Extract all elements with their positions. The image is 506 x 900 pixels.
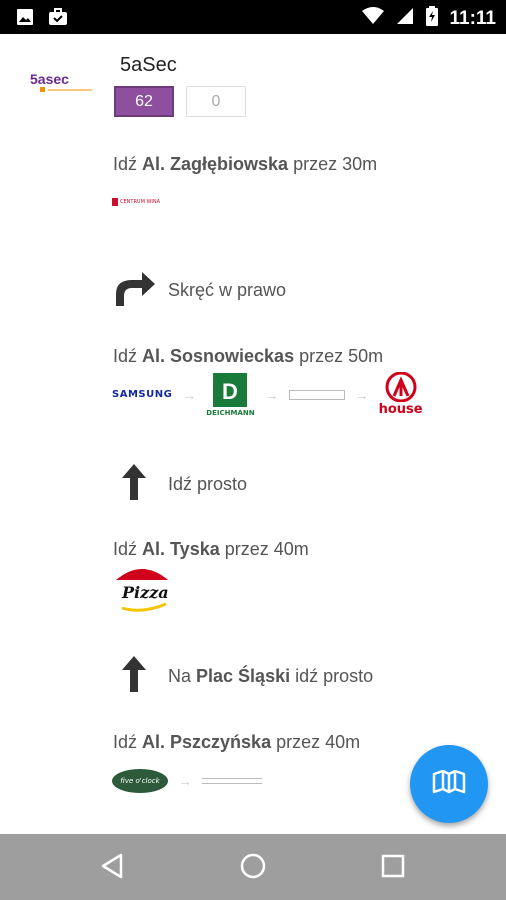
svg-text:5asec: 5asec	[30, 71, 69, 87]
samsung-logo: SAMSUNG	[112, 389, 173, 400]
centrum-wina-logo: CENTRUM WINA	[112, 198, 160, 206]
svg-text:Pizza Hut: Pizza Hut	[121, 583, 172, 602]
straight-arrow-icon	[112, 654, 156, 699]
landmark-logos: SAMSUNG → D DEICHMANN → → house	[112, 372, 423, 417]
small-store-logo	[288, 389, 345, 400]
directions-list[interactable]: 5asec 5aSec 62 0 Idź Al. Zagłębiowska pr…	[0, 34, 506, 834]
home-icon	[239, 852, 267, 885]
status-bar: 11:11	[0, 0, 506, 34]
step-distance: przez 50m	[294, 346, 384, 366]
arrow-separator-icon: →	[182, 386, 197, 403]
turn-right-step: Skręć w prawo	[112, 268, 286, 313]
store-name: 5aSec	[120, 54, 177, 76]
landmark-logos: CENTRUM WINA	[112, 198, 160, 206]
house-logo: house	[379, 372, 423, 417]
street-name: Al. Sosnowieckas	[142, 346, 295, 366]
step-prefix: Idź	[113, 154, 143, 174]
wifi-icon	[361, 7, 384, 30]
signal-icon	[396, 7, 414, 30]
back-icon	[100, 853, 124, 884]
street-name: Al. Tyska	[142, 539, 220, 559]
turn-instruction: Idź prosto	[168, 474, 248, 494]
map-fab-button[interactable]	[410, 745, 488, 823]
step-instruction: Idź Al. Zagłębiowska przez 30m	[113, 154, 377, 175]
home-button[interactable]	[233, 848, 273, 888]
step-distance: przez 40m	[219, 539, 309, 559]
landmark-logos: five o'clock →	[112, 769, 262, 793]
go-straight-step: Na Plac Śląski idź prosto	[112, 654, 373, 699]
system-nav-bar	[0, 834, 506, 900]
back-button[interactable]	[92, 848, 132, 888]
count-primary-badge[interactable]: 62	[114, 86, 174, 117]
recents-button[interactable]	[373, 848, 413, 888]
small-store-logo	[202, 778, 262, 784]
street-name: Al. Zagłębiowska	[142, 154, 289, 174]
street-name: Al. Pszczyńska	[142, 732, 272, 752]
turn-instruction: Na Plac Śląski idź prosto	[168, 666, 374, 686]
turn-right-arrow-icon	[112, 268, 156, 313]
image-icon	[16, 8, 34, 31]
pizza-hut-logo: Pizza Hut	[112, 562, 209, 623]
battery-icon	[425, 6, 438, 31]
step-distance: przez 30m	[288, 154, 378, 174]
straight-arrow-icon	[112, 462, 156, 507]
store-logo: 5asec	[28, 70, 98, 100]
turn-instruction: Skręć w prawo	[168, 280, 287, 300]
landmark-logos: Pizza Hut	[112, 562, 209, 623]
svg-text:D: D	[222, 379, 238, 404]
recents-icon	[381, 854, 405, 883]
count-secondary-badge[interactable]: 0	[186, 86, 246, 117]
step-instruction: Idź Al. Pszczyńska przez 40m	[113, 732, 361, 752]
arrow-separator-icon: →	[354, 386, 369, 403]
clock: 11:11	[449, 7, 497, 29]
step-distance: przez 40m	[271, 732, 361, 752]
briefcase-icon	[48, 8, 68, 31]
step-instruction: Idź Al. Tyska przez 40m	[113, 539, 309, 559]
deichmann-logo: D DEICHMANN	[206, 372, 255, 417]
arrow-separator-icon: →	[264, 386, 279, 403]
step-instruction: Idź Al. Sosnowieckas przez 50m	[113, 346, 384, 366]
arrow-separator-icon: →	[178, 773, 192, 789]
map-icon	[432, 769, 466, 799]
go-straight-step: Idź prosto	[112, 462, 247, 507]
five-oclock-logo: five o'clock	[112, 769, 168, 793]
